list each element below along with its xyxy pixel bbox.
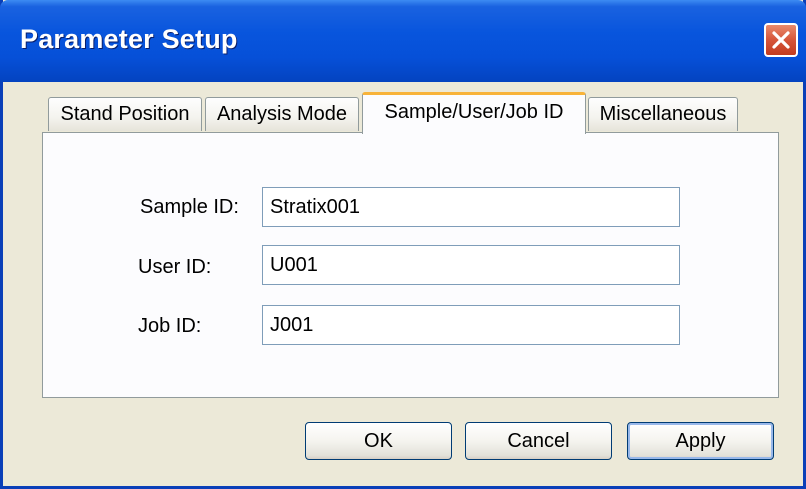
job-id-label: Job ID: <box>138 315 202 337</box>
tab-label: Analysis Mode <box>216 103 348 125</box>
user-id-input[interactable] <box>262 245 680 285</box>
close-button[interactable] <box>764 23 798 57</box>
tab-stand-position[interactable]: Stand Position <box>48 97 202 131</box>
tab-sample-user-job-id[interactable]: Sample/User/Job ID <box>362 92 586 134</box>
apply-button-label: Apply <box>675 429 726 452</box>
sample-id-input[interactable] <box>262 187 680 227</box>
tab-miscellaneous[interactable]: Miscellaneous <box>588 97 738 131</box>
apply-button[interactable]: Apply <box>627 422 774 460</box>
cancel-button-label: Cancel <box>507 429 570 452</box>
cancel-button[interactable]: Cancel <box>465 422 612 460</box>
ok-button-label: OK <box>364 429 393 452</box>
close-icon <box>771 30 791 50</box>
tab-label: Sample/User/Job ID <box>384 101 564 123</box>
user-id-label: User ID: <box>138 256 212 278</box>
tab-analysis-mode[interactable]: Analysis Mode <box>205 97 359 131</box>
title-bar[interactable]: Parameter Setup <box>0 0 806 82</box>
window-title: Parameter Setup <box>20 24 238 54</box>
job-id-input[interactable] <box>262 305 680 345</box>
tab-label: Miscellaneous <box>599 103 727 125</box>
ok-button[interactable]: OK <box>305 422 452 460</box>
sample-id-label: Sample ID: <box>140 196 239 218</box>
tab-label: Stand Position <box>60 103 190 125</box>
